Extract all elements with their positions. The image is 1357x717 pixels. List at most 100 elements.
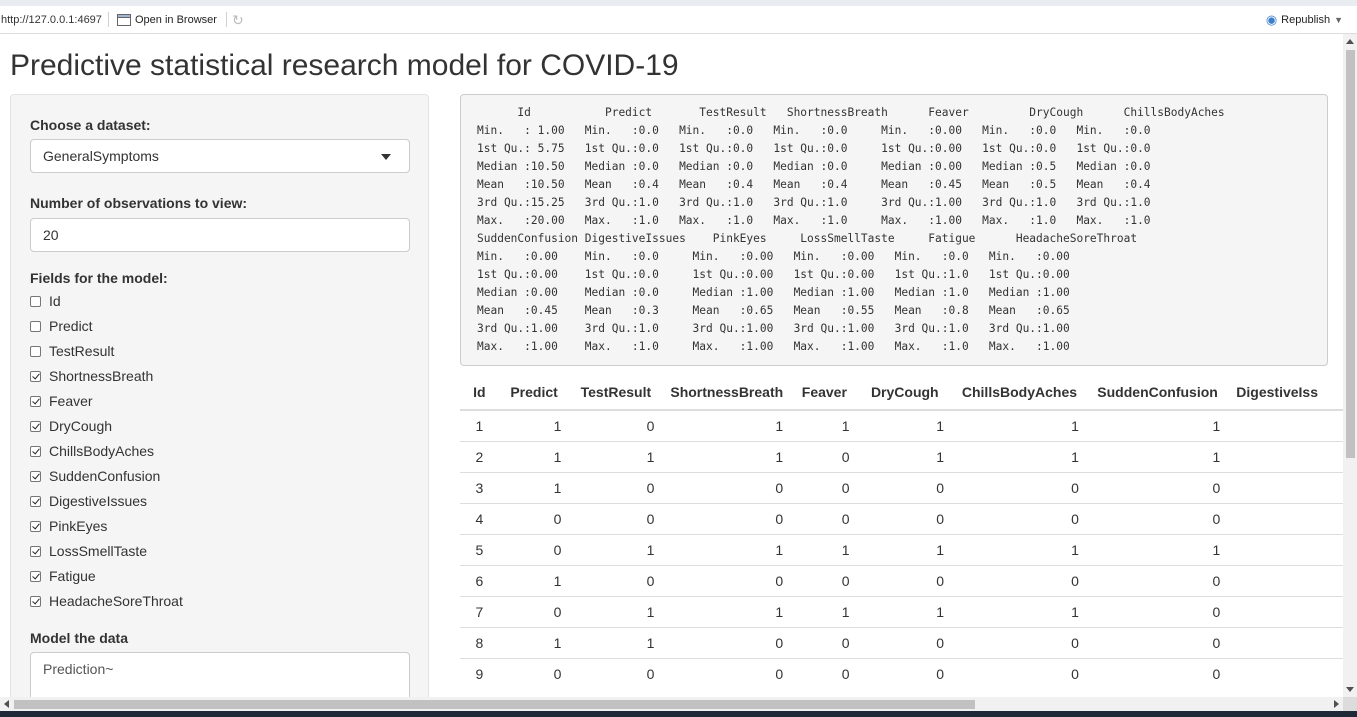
table-cell: 1 (662, 595, 792, 627)
table-cell (1228, 564, 1343, 596)
field-checkbox-fatigue[interactable]: Fatigue (30, 567, 96, 585)
table-cell: 0 (1086, 502, 1229, 534)
table-cell: 1 (791, 533, 858, 565)
horizontal-scrollbar[interactable] (0, 697, 1343, 711)
table-cell: 0 (569, 471, 663, 503)
dataset-select-value: GeneralSymptoms (43, 148, 159, 164)
field-checkbox-digestiveissues[interactable]: DigestiveIssues (30, 492, 147, 510)
table-cell: 0 (569, 502, 663, 534)
checkbox-checked-icon[interactable] (30, 470, 41, 482)
taskbar-strip (0, 711, 1357, 717)
page-title: Predictive statistical research model fo… (10, 49, 679, 82)
column-header: TestResult (569, 374, 663, 411)
table-cell: 1 (857, 409, 953, 441)
field-checkbox-suddenconfusion[interactable]: SuddenConfusion (30, 467, 160, 485)
field-label: Predict (49, 318, 93, 334)
app-page: Predictive statistical research model fo… (0, 34, 1343, 697)
table-body: 1101111121110111310000004000000050111111… (460, 409, 1343, 689)
table-cell: 0 (498, 533, 570, 565)
table-cell (1228, 471, 1343, 503)
table-header-row: Id Predict TestResult ShortnessBreath Fe… (460, 374, 1343, 411)
table-cell (1228, 595, 1343, 627)
scroll-left-icon[interactable] (4, 700, 9, 708)
table-cell: 0 (662, 471, 792, 503)
scroll-up-icon[interactable] (1346, 39, 1354, 44)
field-checkbox-testresult[interactable]: TestResult (30, 342, 114, 360)
column-header: ChillsBodyAches (952, 374, 1087, 411)
checkbox-checked-icon[interactable] (30, 545, 41, 557)
table-cell: 1 (857, 533, 953, 565)
fields-label: Fields for the model: (30, 270, 168, 286)
checkbox-checked-icon[interactable] (30, 495, 41, 507)
table-cell: 0 (857, 626, 953, 658)
table-cell: 1 (498, 471, 570, 503)
checkbox-icon[interactable] (30, 295, 41, 307)
checkbox-checked-icon[interactable] (30, 370, 41, 382)
checkbox-icon[interactable] (30, 345, 41, 357)
field-checkbox-headachesorethroat[interactable]: HeadacheSoreThroat (30, 592, 183, 610)
field-label: PinkEyes (49, 518, 108, 534)
table-cell: 0 (1086, 564, 1229, 596)
column-header: SuddenConfusion (1086, 374, 1229, 411)
table-cell: 0 (857, 564, 953, 596)
field-label: LossSmellTaste (49, 543, 148, 559)
checkbox-checked-icon[interactable] (30, 520, 41, 532)
checkbox-icon[interactable] (30, 320, 41, 332)
refresh-icon[interactable]: ↻ (232, 12, 248, 28)
vertical-scrollbar[interactable] (1343, 34, 1357, 697)
field-checkbox-id[interactable]: Id (30, 292, 61, 310)
table-cell: 1 (569, 533, 663, 565)
table-cell: 0 (857, 657, 953, 689)
observations-input[interactable]: 20 (30, 218, 410, 252)
field-label: DigestiveIssues (49, 493, 148, 509)
checkbox-checked-icon[interactable] (30, 420, 41, 432)
table-cell: 8 (460, 626, 499, 658)
table-row: 61000000 (460, 564, 1343, 596)
field-checkbox-predict[interactable]: Predict (30, 317, 93, 335)
table-cell: 6 (460, 564, 499, 596)
checkbox-checked-icon[interactable] (30, 395, 41, 407)
table-cell: 0 (1086, 626, 1229, 658)
table-cell: 1 (498, 409, 570, 441)
scroll-down-icon[interactable] (1346, 687, 1354, 692)
table-cell (1228, 657, 1343, 689)
summary-output: Id Predict TestResult ShortnessBreath Fe… (460, 94, 1328, 366)
table-cell: 1 (662, 440, 792, 472)
table-cell: 0 (498, 502, 570, 534)
field-checkbox-chillsbodyaches[interactable]: ChillsBodyAches (30, 442, 154, 460)
column-header: ShortnessBreath (662, 374, 792, 411)
column-header: Id (460, 374, 499, 411)
checkbox-checked-icon[interactable] (30, 445, 41, 457)
field-checkbox-shortnessbreath[interactable]: ShortnessBreath (30, 367, 153, 385)
table-cell: 0 (952, 471, 1087, 503)
field-checkbox-feaver[interactable]: Feaver (30, 392, 93, 410)
open-in-browser-button[interactable]: Open in Browser (117, 11, 217, 29)
checkbox-checked-icon[interactable] (30, 595, 41, 607)
table-cell: 3 (460, 471, 499, 503)
field-checkbox-drycough[interactable]: DryCough (30, 417, 112, 435)
data-table: Id Predict TestResult ShortnessBreath Fe… (460, 374, 1343, 689)
table-cell: 0 (662, 564, 792, 596)
address-url[interactable]: http://127.0.0.1:4697 (1, 14, 102, 26)
table-cell: 0 (498, 657, 570, 689)
table-cell: 1 (662, 409, 792, 441)
field-label: ChillsBodyAches (49, 443, 155, 459)
table-cell: 1 (952, 533, 1087, 565)
table-cell: 0 (857, 502, 953, 534)
field-label: Fatigue (49, 568, 96, 584)
table-cell: 1 (952, 409, 1087, 441)
scroll-thumb[interactable] (14, 700, 975, 709)
publish-icon: ◉ (1265, 12, 1278, 27)
table-cell: 1 (952, 595, 1087, 627)
field-checkbox-losssmelltaste[interactable]: LossSmellTaste (30, 542, 147, 560)
checkbox-checked-icon[interactable] (30, 570, 41, 582)
model-formula-input[interactable]: Prediction~ (30, 652, 410, 697)
field-checkbox-pinkeyes[interactable]: PinkEyes (30, 517, 107, 535)
table-cell: 1 (498, 626, 570, 658)
table-cell: 0 (569, 564, 663, 596)
republish-button[interactable]: ◉ Republish ▼ (1266, 11, 1343, 29)
scroll-thumb[interactable] (1346, 50, 1355, 458)
scroll-right-icon[interactable] (1334, 700, 1339, 708)
table-cell: 1 (1086, 533, 1229, 565)
dataset-select[interactable]: GeneralSymptoms (30, 139, 410, 173)
